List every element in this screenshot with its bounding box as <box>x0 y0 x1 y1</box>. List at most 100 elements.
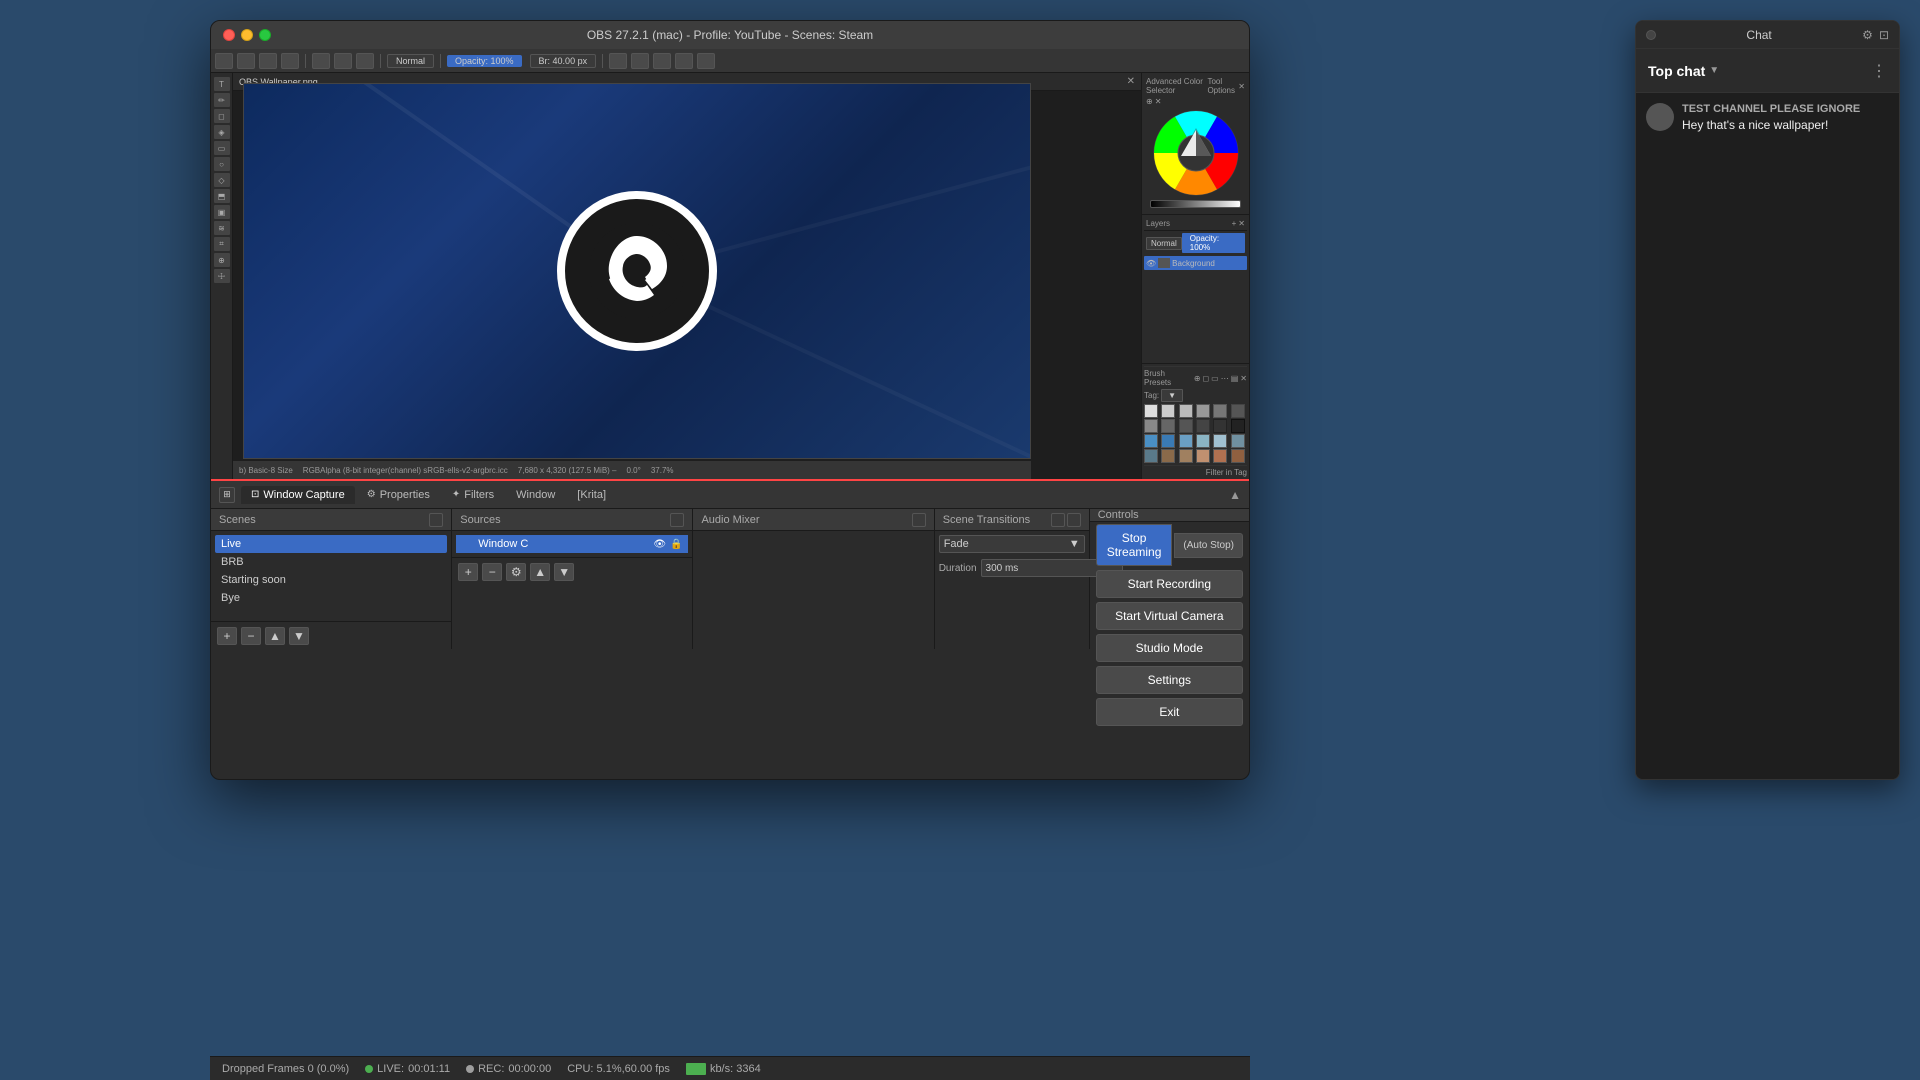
maximize-button[interactable] <box>259 29 271 41</box>
settings-button[interactable]: Settings <box>1096 666 1243 694</box>
smudge-tool[interactable]: ≋ <box>214 221 230 235</box>
brush-2[interactable] <box>1161 404 1175 418</box>
source-lock-icon[interactable]: 🔒 <box>670 539 682 550</box>
opacity-label[interactable]: Opacity: 100% <box>447 55 522 67</box>
brush-4[interactable] <box>1196 404 1210 418</box>
layer-item[interactable]: 👁 Background <box>1144 256 1247 270</box>
sources-icon[interactable] <box>670 513 684 527</box>
fill-tool[interactable]: ⬒ <box>214 189 230 203</box>
tb-btn-9[interactable] <box>631 53 649 69</box>
color-panel-close[interactable]: ✕ <box>1238 82 1245 91</box>
bp-icon-4[interactable]: ⋯ <box>1221 374 1229 383</box>
chat-channel-selector[interactable]: Top chat ▼ <box>1648 63 1719 79</box>
tab-krita[interactable]: [Krita] <box>567 486 616 504</box>
brush-6[interactable] <box>1231 404 1245 418</box>
start-virtual-camera-button[interactable]: Start Virtual Camera <box>1096 602 1243 630</box>
layer-visibility-icon[interactable]: 👁 <box>1146 259 1156 268</box>
scene-add-btn[interactable]: + <box>217 627 237 645</box>
select-tool[interactable]: ◈ <box>214 125 230 139</box>
tb-btn-6[interactable] <box>334 53 352 69</box>
source-down-btn[interactable]: ▼ <box>554 563 574 581</box>
pan-tool[interactable]: ☩ <box>214 269 230 283</box>
chat-detach-icon[interactable]: ⊡ <box>1879 28 1889 42</box>
layers-add[interactable]: + <box>1232 219 1237 228</box>
eraser-tool[interactable]: ◻ <box>214 109 230 123</box>
brush-11[interactable] <box>1213 419 1227 433</box>
brush-5[interactable] <box>1213 404 1227 418</box>
brush-22[interactable] <box>1196 449 1210 463</box>
tb-btn-12[interactable] <box>697 53 715 69</box>
scene-down-btn[interactable]: ▼ <box>289 627 309 645</box>
tab-filters[interactable]: ✦ Filters <box>442 486 504 504</box>
chat-settings-icon[interactable]: ⚙ <box>1862 28 1873 42</box>
tab-window-capture[interactable]: ⊡ Window Capture <box>241 486 355 504</box>
tb-btn-11[interactable] <box>675 53 693 69</box>
source-remove-btn[interactable]: − <box>482 563 502 581</box>
auto-stop-button[interactable]: (Auto Stop) <box>1174 533 1243 558</box>
brush-tag-selector[interactable]: ▼ <box>1161 389 1183 402</box>
audio-mixer-icon[interactable] <box>912 513 926 527</box>
brush-20[interactable] <box>1161 449 1175 463</box>
start-recording-button[interactable]: Start Recording <box>1096 570 1243 598</box>
layers-close[interactable]: ✕ <box>1238 219 1245 228</box>
blend-mode-selector[interactable]: Normal <box>387 54 434 68</box>
chat-close-btn[interactable] <box>1646 30 1656 40</box>
scene-item-live[interactable]: Live <box>215 535 447 553</box>
tab-properties[interactable]: ⚙ Properties <box>357 486 440 504</box>
tb-btn-2[interactable] <box>237 53 255 69</box>
exit-button[interactable]: Exit <box>1096 698 1243 726</box>
scene-item-brb[interactable]: BRB <box>215 553 447 571</box>
brush-8[interactable] <box>1161 419 1175 433</box>
crop-tool[interactable]: ⌗ <box>214 237 230 251</box>
brush-21[interactable] <box>1179 449 1193 463</box>
brush-23[interactable] <box>1213 449 1227 463</box>
text-tool[interactable]: T <box>214 77 230 91</box>
brush-14[interactable] <box>1161 434 1175 448</box>
chat-more-icon[interactable]: ⋮ <box>1871 61 1887 81</box>
tb-btn-7[interactable] <box>356 53 374 69</box>
brush-9[interactable] <box>1179 419 1193 433</box>
polygon-tool[interactable]: ◇ <box>214 173 230 187</box>
gradient-tool[interactable]: ▣ <box>214 205 230 219</box>
tb-btn-3[interactable] <box>259 53 277 69</box>
close-file-btn[interactable]: ✕ <box>1127 76 1135 87</box>
transition-type-selector[interactable]: Fade ▼ <box>939 535 1085 553</box>
source-add-btn[interactable]: + <box>458 563 478 581</box>
tb-btn-5[interactable] <box>312 53 330 69</box>
tb-btn-4[interactable] <box>281 53 299 69</box>
size-label[interactable]: Br: 40.00 px <box>530 54 597 68</box>
tb-btn-8[interactable] <box>609 53 627 69</box>
bp-icon-6[interactable]: ✕ <box>1240 374 1247 383</box>
tab-window[interactable]: Window <box>506 486 565 504</box>
panels-collapse[interactable]: ▲ <box>1229 488 1241 502</box>
scene-item-bye[interactable]: Bye <box>215 589 447 607</box>
source-visibility-icon[interactable]: 👁 <box>653 539 666 550</box>
scenes-icon-1[interactable] <box>429 513 443 527</box>
brush-19[interactable] <box>1144 449 1158 463</box>
brush-1[interactable] <box>1144 404 1158 418</box>
transitions-icon-2[interactable] <box>1067 513 1081 527</box>
close-button[interactable] <box>223 29 235 41</box>
tb-btn-10[interactable] <box>653 53 671 69</box>
brush-24[interactable] <box>1231 449 1245 463</box>
brush-16[interactable] <box>1196 434 1210 448</box>
source-up-btn[interactable]: ▲ <box>530 563 550 581</box>
layer-opacity[interactable]: Opacity: 100% <box>1182 233 1245 253</box>
brush-18[interactable] <box>1231 434 1245 448</box>
minimize-button[interactable] <box>241 29 253 41</box>
bp-icon-1[interactable]: ⊕ <box>1194 374 1201 383</box>
color-wheel-svg[interactable] <box>1151 108 1241 198</box>
bp-icon-3[interactable]: ▭ <box>1211 374 1219 383</box>
tb-btn-1[interactable] <box>215 53 233 69</box>
studio-mode-button[interactable]: Studio Mode <box>1096 634 1243 662</box>
brush-12[interactable] <box>1231 419 1245 433</box>
panels-icon[interactable]: ⊞ <box>219 487 235 503</box>
source-settings-btn[interactable]: ⚙ <box>506 563 526 581</box>
brush-13[interactable] <box>1144 434 1158 448</box>
brush-17[interactable] <box>1213 434 1227 448</box>
scene-up-btn[interactable]: ▲ <box>265 627 285 645</box>
blend-mode-dropdown[interactable]: Normal <box>1146 237 1182 250</box>
brush-3[interactable] <box>1179 404 1193 418</box>
brush-tool[interactable]: ✏ <box>214 93 230 107</box>
brush-10[interactable] <box>1196 419 1210 433</box>
